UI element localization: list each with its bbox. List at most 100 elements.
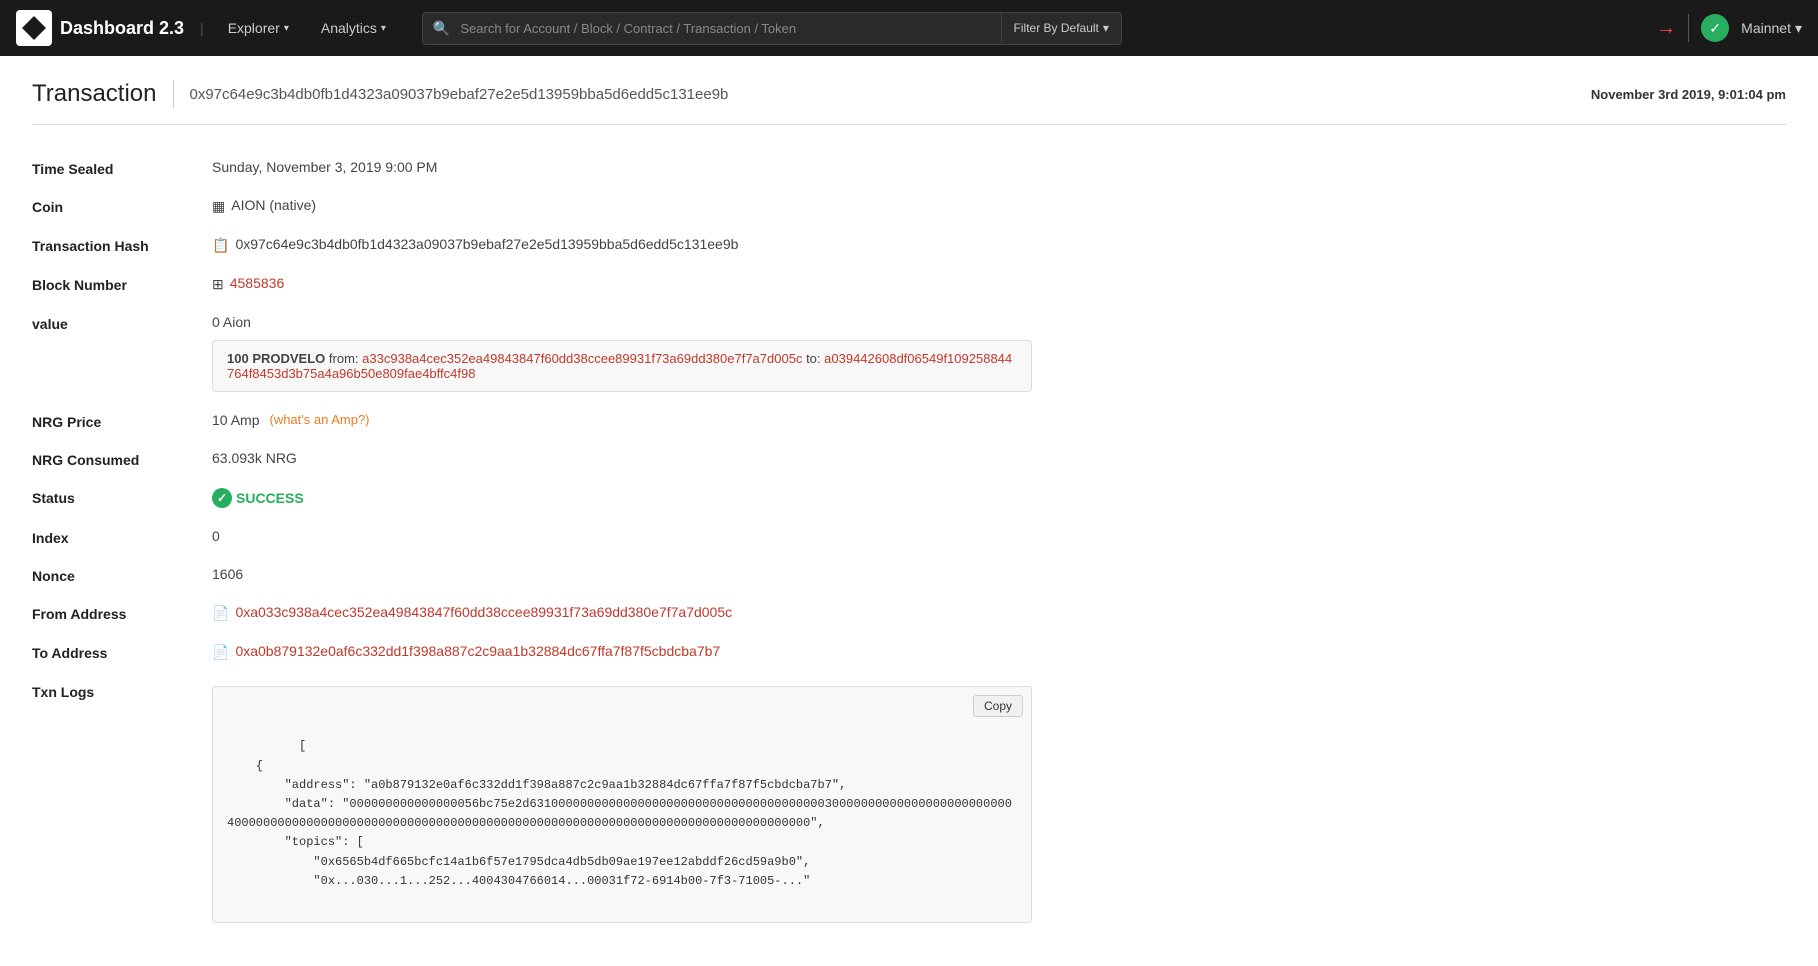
coin-icon: [212, 198, 225, 216]
network-chevron-icon: ▾: [1795, 20, 1802, 37]
nrg-price-text: 10 Amp: [212, 412, 259, 428]
status-text: SUCCESS: [236, 490, 304, 506]
token-amount: 100: [227, 351, 249, 366]
analytics-label: Analytics: [321, 20, 377, 36]
navbar: Dashboard 2.3 | Explorer ▾ Analytics ▾ 🔍…: [0, 0, 1818, 56]
txn-logs-box: Copy [ { "address": "a0b879132e0af6c332d…: [212, 686, 1032, 923]
nrg-price-row: NRG Price 10 Amp (what's an Amp?): [32, 402, 1786, 440]
explorer-menu-button[interactable]: Explorer ▾: [216, 12, 301, 44]
status-row: Status ✓ SUCCESS: [32, 478, 1786, 518]
search-area: 🔍 Filter By Default ▾: [422, 12, 1122, 45]
filter-chevron-icon: ▾: [1103, 21, 1109, 35]
time-sealed-label: Time Sealed: [32, 159, 212, 177]
token-transfer-box: 100 PRODVELO from: a33c938a4cec352ea4984…: [212, 340, 1032, 392]
page-title: Transaction: [32, 80, 157, 108]
page-content: Transaction 0x97c64e9c3b4db0fb1d4323a090…: [0, 56, 1818, 957]
tx-hash-row: Transaction Hash 0x97c64e9c3b4db0fb1d432…: [32, 226, 1786, 265]
status-badge: ✓ SUCCESS: [212, 488, 304, 508]
nrg-price-label: NRG Price: [32, 412, 212, 430]
page-datetime: November 3rd 2019, 9:01:04 pm: [1591, 87, 1786, 102]
nrg-consumed-row: NRG Consumed 63.093k NRG: [32, 440, 1786, 478]
amp-link[interactable]: (what's an Amp?): [269, 412, 369, 427]
from-address-value: 0xa033c938a4cec352ea49843847f60dd38ccee8…: [212, 604, 1786, 623]
nrg-consumed-value: 63.093k NRG: [212, 450, 1786, 466]
txn-logs-value: Copy [ { "address": "a0b879132e0af6c332d…: [212, 682, 1786, 923]
coin-row: Coin AION (native): [32, 187, 1786, 226]
txn-logs-row: Txn Logs Copy [ { "address": "a0b879132e…: [32, 672, 1786, 933]
search-icon: 🔍: [423, 20, 460, 37]
navbar-right-divider: [1688, 14, 1689, 42]
filter-label: Filter By Default: [1014, 21, 1099, 35]
nrg-price-value: 10 Amp (what's an Amp?): [212, 412, 1786, 428]
to-address-value: 0xa0b879132e0af6c332dd1f398a887c2c9aa1b3…: [212, 643, 1786, 662]
search-input[interactable]: [460, 13, 1000, 44]
index-row: Index 0: [32, 518, 1786, 556]
tx-hash-copy-icon: [212, 237, 229, 255]
txn-logs-content: [ { "address": "a0b879132e0af6c332dd1f39…: [227, 739, 1012, 887]
to-address-icon: [212, 644, 229, 662]
block-number-label: Block Number: [32, 275, 212, 293]
brand-title: Dashboard 2.3: [60, 18, 184, 39]
index-label: Index: [32, 528, 212, 546]
navbar-brand-divider: |: [200, 20, 204, 36]
tx-hash-value: 0x97c64e9c3b4db0fb1d4323a09037b9ebaf27e2…: [212, 236, 1786, 255]
value-field: 0 Aion 100 PRODVELO from: a33c938a4cec35…: [212, 314, 1786, 392]
time-sealed-value: Sunday, November 3, 2019 9:00 PM: [212, 159, 1786, 175]
nonce-label: Nonce: [32, 566, 212, 584]
tx-hash-header: 0x97c64e9c3b4db0fb1d4323a09037b9ebaf27e2…: [190, 86, 729, 103]
from-address-row: From Address 0xa033c938a4cec352ea4984384…: [32, 594, 1786, 633]
navbar-right: → ✓ Mainnet ▾: [1656, 14, 1802, 42]
header-line: [32, 124, 1786, 125]
status-label: Status: [32, 488, 212, 506]
index-value: 0: [212, 528, 1786, 544]
index-text: 0: [212, 528, 220, 544]
network-label: Mainnet: [1741, 20, 1791, 36]
from-address-label: From Address: [32, 604, 212, 622]
nonce-value: 1606: [212, 566, 1786, 582]
block-number-icon: [212, 276, 224, 294]
success-icon: ✓: [212, 488, 232, 508]
to-address-label: To Address: [32, 643, 212, 661]
to-label: to:: [806, 351, 820, 366]
tx-hash-label: Transaction Hash: [32, 236, 212, 254]
copy-button[interactable]: Copy: [973, 695, 1023, 717]
arrow-button[interactable]: →: [1656, 17, 1676, 40]
token-name: PRODVELO: [252, 351, 325, 366]
from-address-icon: [212, 605, 229, 623]
nonce-text: 1606: [212, 566, 243, 582]
block-number-row: Block Number 4585836: [32, 265, 1786, 304]
to-address-link[interactable]: 0xa0b879132e0af6c332dd1f398a887c2c9aa1b3…: [235, 643, 720, 659]
analytics-chevron-icon: ▾: [381, 23, 386, 34]
token-from-address[interactable]: a33c938a4cec352ea49843847f60dd38ccee8993…: [362, 351, 802, 366]
status-indicator: ✓: [1701, 14, 1729, 42]
explorer-label: Explorer: [228, 20, 280, 36]
value-label: value: [32, 314, 212, 332]
nonce-row: Nonce 1606: [32, 556, 1786, 594]
network-button[interactable]: Mainnet ▾: [1741, 20, 1802, 37]
analytics-menu-button[interactable]: Analytics ▾: [309, 12, 398, 44]
time-sealed-row: Time Sealed Sunday, November 3, 2019 9:0…: [32, 149, 1786, 187]
txn-logs-label: Txn Logs: [32, 682, 212, 700]
from-address-link[interactable]: 0xa033c938a4cec352ea49843847f60dd38ccee8…: [235, 604, 732, 620]
value-row: value 0 Aion 100 PRODVELO from: a33c938a…: [32, 304, 1786, 402]
detail-table: Time Sealed Sunday, November 3, 2019 9:0…: [32, 149, 1786, 933]
time-sealed-text: Sunday, November 3, 2019 9:00 PM: [212, 159, 437, 175]
page-header: Transaction 0x97c64e9c3b4db0fb1d4323a090…: [32, 80, 1786, 108]
block-number-link[interactable]: 4585836: [230, 275, 285, 291]
block-number-value: 4585836: [212, 275, 1786, 294]
explorer-chevron-icon: ▾: [284, 23, 289, 34]
brand: Dashboard 2.3: [16, 10, 184, 46]
coin-value: AION (native): [212, 197, 1786, 216]
tx-hash-text: 0x97c64e9c3b4db0fb1d4323a09037b9ebaf27e2…: [235, 236, 738, 252]
value-text: 0 Aion: [212, 314, 251, 330]
header-divider: [173, 80, 174, 108]
filter-button[interactable]: Filter By Default ▾: [1001, 13, 1121, 43]
coin-text: AION (native): [231, 197, 316, 213]
from-label: from:: [329, 351, 359, 366]
nrg-consumed-label: NRG Consumed: [32, 450, 212, 468]
brand-logo-icon: [22, 16, 46, 40]
brand-logo: [16, 10, 52, 46]
to-address-row: To Address 0xa0b879132e0af6c332dd1f398a8…: [32, 633, 1786, 672]
coin-label: Coin: [32, 197, 212, 215]
nrg-consumed-text: 63.093k NRG: [212, 450, 297, 466]
